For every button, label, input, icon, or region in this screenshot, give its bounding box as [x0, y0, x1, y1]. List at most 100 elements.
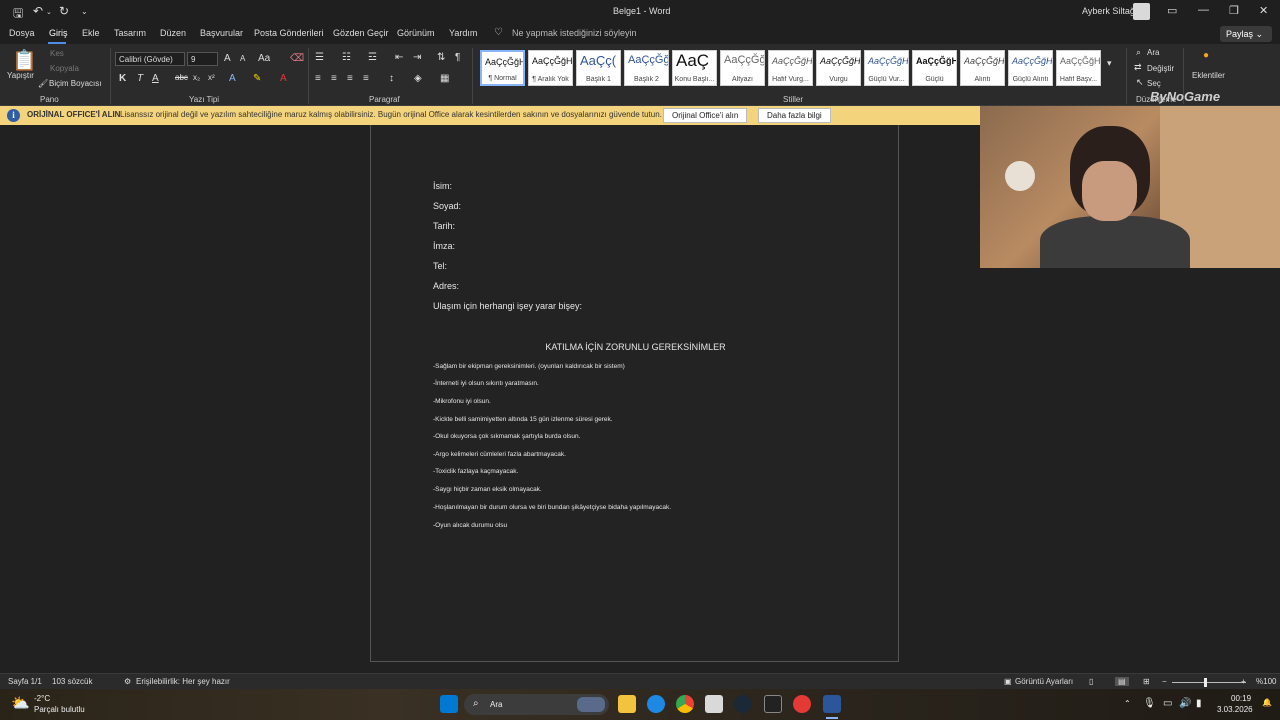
style-subtitle[interactable]: AaÇçĞğ Altyazı: [720, 50, 765, 86]
align-left-icon[interactable]: ≡: [315, 73, 321, 84]
customize-quick-access-icon[interactable]: ⌄: [81, 7, 88, 16]
tab-review[interactable]: Gözden Geçir: [333, 28, 389, 38]
word-count[interactable]: 103 sözcük: [52, 677, 92, 686]
highlight-icon[interactable]: ✎: [253, 73, 261, 84]
save-icon[interactable]: 🖫: [13, 4, 23, 25]
style-normal[interactable]: AaÇçĞğHı ¶ Normal: [480, 50, 525, 86]
paste-icon[interactable]: 📋: [12, 48, 37, 73]
web-layout-icon[interactable]: ⊞: [1143, 677, 1150, 686]
volume-icon[interactable]: 🔊: [1179, 698, 1191, 709]
close-icon[interactable]: ✕: [1259, 4, 1268, 17]
change-case-icon[interactable]: Aa: [258, 53, 270, 64]
replace-icon[interactable]: ⇄: [1134, 62, 1142, 73]
file-explorer-icon[interactable]: [618, 695, 636, 713]
clock-time[interactable]: 00:19: [1231, 694, 1251, 703]
borders-icon[interactable]: ▦: [440, 73, 449, 84]
requirement-item[interactable]: -Saygı hiçbir zaman eksik olmayacak.: [433, 486, 542, 493]
show-formatting-icon[interactable]: ¶: [455, 52, 460, 63]
style-quote[interactable]: AaÇçĞğHı Alıntı: [960, 50, 1005, 86]
style-intense-emphasis[interactable]: AaÇçĞğHı Güçlü Vur...: [864, 50, 909, 86]
underline-button[interactable]: A: [152, 73, 159, 84]
edge-icon[interactable]: [647, 695, 665, 713]
zoom-level[interactable]: %100: [1256, 677, 1276, 686]
start-icon[interactable]: [440, 695, 458, 713]
user-name[interactable]: Ayberk Siltağ: [1082, 6, 1135, 16]
line-spacing-icon[interactable]: ↕: [389, 73, 394, 84]
strikethrough-icon[interactable]: abc: [175, 73, 188, 82]
taskbar-search[interactable]: ⌕ Ara: [464, 694, 609, 715]
field-surname[interactable]: Soyad:: [433, 201, 461, 211]
style-subtle-reference[interactable]: AaÇçĞğHı Hafif Başv...: [1056, 50, 1101, 86]
store-icon[interactable]: [705, 695, 723, 713]
shading-icon[interactable]: ◈: [414, 73, 422, 84]
paste-button[interactable]: Yapıştır: [7, 71, 34, 80]
align-center-icon[interactable]: ≡: [331, 73, 337, 84]
field-phone[interactable]: Tel:: [433, 261, 447, 271]
style-heading-1[interactable]: AaÇç(Başlık 1: [576, 50, 621, 86]
epic-games-icon[interactable]: [764, 695, 782, 713]
font-size-box[interactable]: 9: [187, 52, 218, 66]
copy-button[interactable]: Kopyala: [50, 64, 79, 73]
requirement-item[interactable]: -Toxiclik fazlaya kaçmayacak.: [433, 468, 518, 475]
tab-mailings[interactable]: Posta Gönderileri: [254, 28, 324, 38]
tab-insert[interactable]: Ekle: [82, 28, 100, 38]
font-name-box[interactable]: Calibri (Gövde): [115, 52, 185, 66]
zoom-slider-thumb[interactable]: [1204, 678, 1207, 687]
requirement-item[interactable]: -Okul okuyorsa çok sıkmamak şartıyla bur…: [433, 433, 580, 440]
styles-more-icon[interactable]: ▾: [1107, 58, 1112, 69]
requirement-item[interactable]: -Hoşlanılmayan bir durum olursa ve biri …: [433, 504, 671, 511]
requirement-item[interactable]: -İnterneti iyi olsun sıkıntı yaratmasın.: [433, 380, 539, 387]
chrome-icon[interactable]: [676, 695, 694, 713]
select-icon[interactable]: ↖: [1136, 77, 1144, 88]
network-icon[interactable]: ▭: [1163, 698, 1172, 709]
style-emphasis[interactable]: AaÇçĞğHı Vurgu: [816, 50, 861, 86]
steam-icon[interactable]: [734, 695, 752, 713]
requirements-heading[interactable]: KATILMA İÇİN ZORUNLU GEREKSİNİMLER: [371, 342, 900, 352]
field-name[interactable]: İsim:: [433, 181, 452, 191]
clear-formatting-icon[interactable]: ⌫: [290, 53, 304, 64]
requirement-item[interactable]: -Oyun alıcak durumu olsu: [433, 522, 507, 529]
display-settings-button[interactable]: Görüntü Ayarları: [1015, 677, 1073, 686]
increase-indent-icon[interactable]: ⇥: [413, 52, 421, 63]
align-right-icon[interactable]: ≡: [347, 73, 353, 84]
numbering-icon[interactable]: ☷: [342, 52, 351, 63]
find-button[interactable]: Ara: [1147, 48, 1159, 57]
field-date[interactable]: Tarih:: [433, 221, 455, 231]
zoom-slider[interactable]: [1172, 682, 1246, 683]
grow-font-icon[interactable]: A: [224, 53, 231, 64]
bullets-icon[interactable]: ☰: [315, 52, 324, 63]
tab-help[interactable]: Yardım: [449, 28, 477, 38]
get-office-button[interactable]: Orijinal Office'i alın: [663, 108, 748, 123]
learn-more-button[interactable]: Daha fazla bilgi: [758, 108, 831, 123]
maximize-icon[interactable]: ❐: [1229, 4, 1239, 17]
style-subtle-emphasis[interactable]: AaÇçĞğHı Hafif Vurg...: [768, 50, 813, 86]
redo-icon[interactable]: ↻: [59, 4, 69, 18]
page-count[interactable]: Sayfa 1/1: [8, 677, 42, 686]
zoom-out-icon[interactable]: −: [1162, 677, 1167, 686]
undo-icon[interactable]: ↶: [33, 4, 43, 18]
requirement-item[interactable]: -Mikrofonu iyi olsun.: [433, 398, 491, 405]
tell-me-search[interactable]: Ne yapmak istediğinizi söyleyin: [512, 28, 637, 38]
tab-layout[interactable]: Düzen: [160, 28, 186, 38]
bold-button[interactable]: K: [119, 73, 126, 84]
notification-icon[interactable]: 🔔: [1262, 698, 1272, 707]
select-button[interactable]: Seç: [1147, 79, 1161, 88]
addins-icon[interactable]: ●: [1203, 50, 1209, 61]
clock-date[interactable]: 3.03.2026: [1217, 705, 1253, 714]
replace-button[interactable]: Değiştir: [1147, 64, 1174, 73]
zoom-in-icon[interactable]: +: [1241, 677, 1246, 686]
ribbon-display-icon[interactable]: ▭: [1167, 4, 1177, 17]
avatar[interactable]: [1133, 3, 1150, 20]
minimize-icon[interactable]: —: [1198, 4, 1209, 16]
share-button[interactable]: Paylaş ⌄: [1220, 26, 1272, 42]
tab-design[interactable]: Tasarım: [114, 28, 146, 38]
tab-references[interactable]: Başvurular: [200, 28, 243, 38]
read-mode-icon[interactable]: ▯: [1089, 677, 1093, 686]
field-signature[interactable]: İmza:: [433, 241, 455, 251]
decrease-indent-icon[interactable]: ⇤: [395, 52, 403, 63]
superscript-icon[interactable]: x²: [208, 73, 215, 82]
style-heading-2[interactable]: AaÇçĞğ Başlık 2: [624, 50, 669, 86]
subscript-icon[interactable]: x₂: [193, 73, 200, 82]
weather-desc[interactable]: Parçalı bulutlu: [34, 705, 85, 714]
tray-expand-icon[interactable]: ⌃: [1124, 699, 1131, 708]
